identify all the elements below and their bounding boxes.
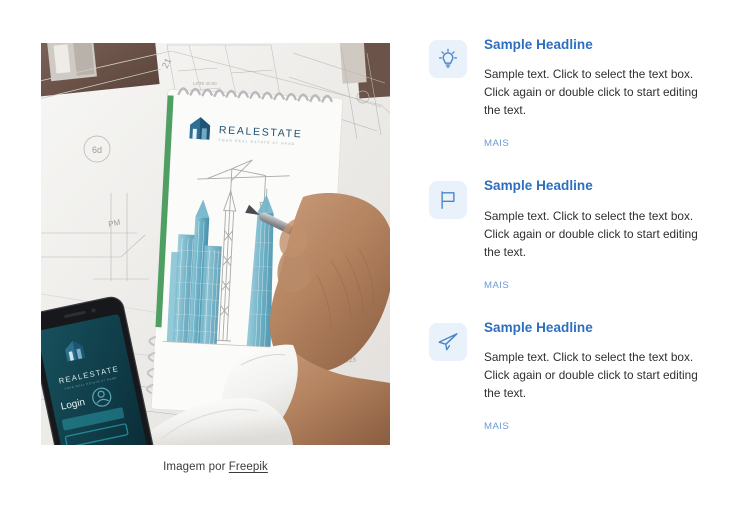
feature-card: Sample Headline Sample text. Click to se…: [429, 319, 713, 434]
feature-card-body: Sample Headline Sample text. Click to se…: [484, 177, 712, 292]
feature-card-more-link[interactable]: MAIS: [484, 280, 509, 291]
feature-card-title: Sample Headline: [484, 319, 593, 335]
feature-card-more-link[interactable]: MAIS: [484, 138, 509, 149]
freepik-credit-link[interactable]: Freepik: [229, 461, 268, 473]
feature-cards-list: Sample Headline Sample text. Click to se…: [429, 36, 713, 434]
feature-card: Sample Headline Sample text. Click to se…: [429, 36, 713, 151]
paper-plane-icon-box: [429, 322, 467, 361]
feature-card-title: Sample Headline: [484, 178, 593, 194]
feature-card-text: Sample text. Click to select the text bo…: [484, 349, 698, 400]
flag-icon-box: [429, 181, 467, 220]
feature-card-body: Sample Headline Sample text. Click to se…: [484, 36, 712, 151]
feature-card-text: Sample text. Click to select the text bo…: [484, 67, 698, 118]
lightbulb-icon-box: [429, 40, 467, 78]
svg-text:LOTE 40.00: LOTE 40.00: [193, 81, 217, 86]
lightbulb-icon: [438, 48, 458, 68]
feature-card-body: Sample Headline Sample text. Click to se…: [484, 319, 712, 434]
feature-card: Sample Headline Sample text. Click to se…: [429, 177, 713, 292]
feature-card-text: Sample text. Click to select the text bo…: [484, 208, 698, 259]
image-credit-caption: Imagem por Freepik: [41, 461, 390, 473]
photo-svg: 6d PM 21 527.76 43.23 41.10 40.05 LOTE 4…: [41, 43, 390, 445]
flag-icon: [441, 191, 455, 210]
feature-card-more-link[interactable]: MAIS: [484, 421, 509, 432]
credit-prefix: Imagem por: [163, 461, 229, 473]
page-root: 6d PM 21 527.76 43.23 41.10 40.05 LOTE 4…: [0, 0, 750, 521]
paper-plane-icon: [438, 332, 458, 351]
feature-card-title: Sample Headline: [484, 37, 593, 52]
feature-image: 6d PM 21 527.76 43.23 41.10 40.05 LOTE 4…: [41, 43, 390, 445]
svg-text:6d: 6d: [92, 145, 102, 155]
photo-illustration: 6d PM 21 527.76 43.23 41.10 40.05 LOTE 4…: [41, 43, 390, 445]
